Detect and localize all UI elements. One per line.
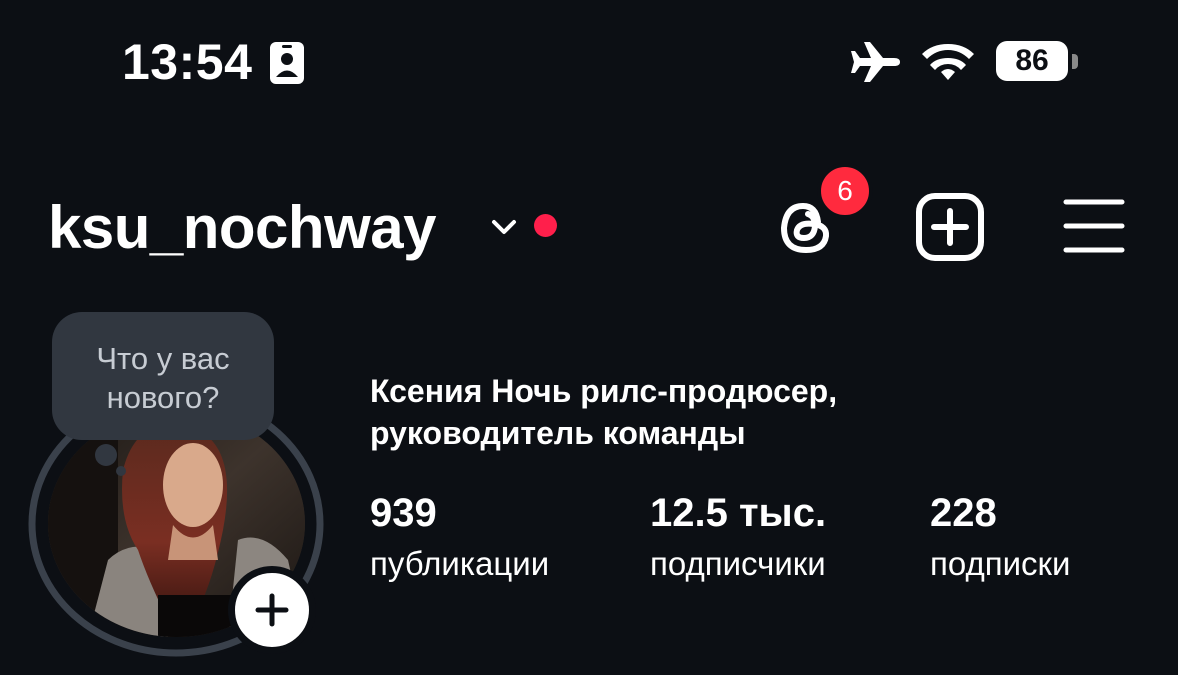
create-post-icon[interactable] [914, 191, 986, 263]
unread-dot [534, 214, 557, 237]
stat-followers-value: 12.5 тыс. [650, 491, 827, 535]
airplane-icon [851, 42, 900, 82]
stat-posts-label: публикации [370, 545, 550, 582]
stat-following-value: 228 [930, 491, 997, 535]
profile-screen: 13:54 86 ksu_nochway 6 Что у вас нового?… [0, 0, 1178, 675]
stat-following-label: подписки [930, 545, 1071, 582]
battery-tip [1072, 54, 1078, 69]
note-tail-small [116, 466, 126, 476]
chevron-down-icon[interactable] [488, 215, 520, 239]
bio-line-1: Ксения Ночь рилс-продюсер, [370, 373, 838, 409]
battery-icon: 86 [996, 41, 1068, 81]
wifi-icon [922, 44, 974, 80]
battery-level: 86 [1015, 44, 1049, 77]
stat-followers[interactable]: 12.5 тыс. подписчики [650, 488, 826, 586]
stat-followers-label: подписчики [650, 545, 826, 582]
note-bubble[interactable]: Что у вас нового? [52, 312, 274, 440]
bio-line-2: руководитель команды [370, 415, 746, 451]
profile-bio-name: Ксения Ночь рилс-продюсер, руководитель … [370, 370, 1010, 454]
stat-posts[interactable]: 939 публикации [370, 488, 549, 586]
add-story-button[interactable] [228, 566, 316, 654]
stat-posts-value: 939 [370, 491, 437, 535]
note-line-2: нового? [106, 380, 220, 415]
id-card-icon [270, 42, 304, 84]
notification-badge: 6 [817, 163, 873, 219]
menu-icon[interactable] [1060, 196, 1128, 256]
username-switcher[interactable]: ksu_nochway [48, 192, 437, 264]
note-line-1: Что у вас [96, 341, 230, 376]
note-tail [95, 444, 117, 466]
plus-icon [255, 593, 289, 627]
status-time: 13:54 [122, 34, 253, 90]
stat-following[interactable]: 228 подписки [930, 488, 1070, 586]
